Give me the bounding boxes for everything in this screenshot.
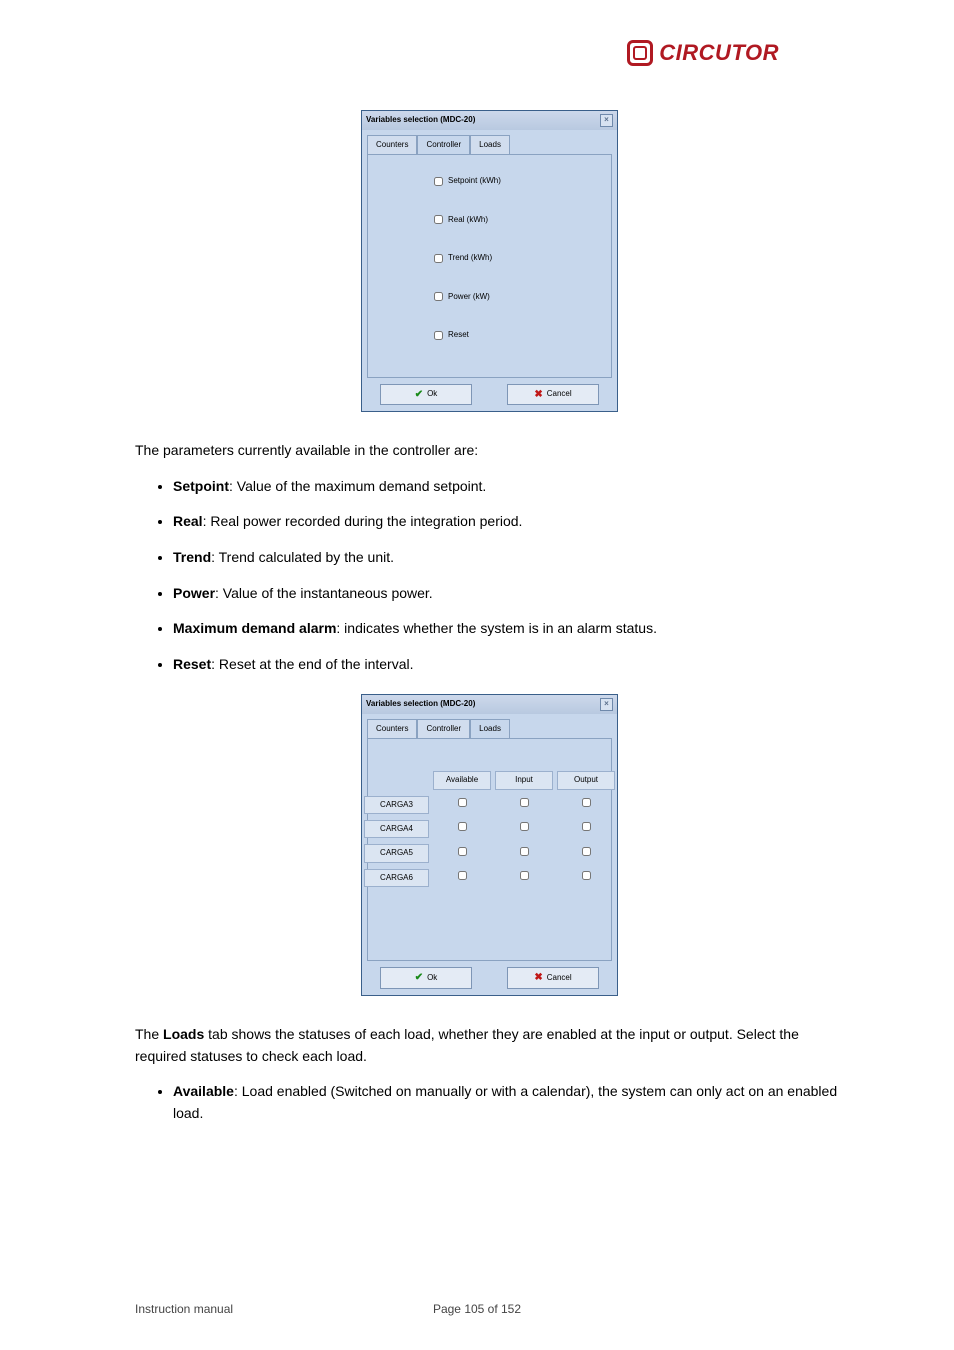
brand-logo: CIRCUTOR [627, 40, 779, 66]
column-header-output: Output [557, 771, 615, 789]
load-row-name: CARGA3 [364, 796, 429, 814]
checkbox-label: Real (kWh) [448, 214, 488, 226]
logo-icon [627, 40, 653, 66]
load-row-name: CARGA4 [364, 820, 429, 838]
load-row-name: CARGA6 [364, 869, 429, 887]
button-label: Cancel [547, 972, 572, 984]
dialog-title: Variables selection (MDC-20) [366, 698, 475, 710]
checkbox-input[interactable] [458, 798, 467, 807]
paragraph: The parameters currently available in th… [135, 440, 844, 462]
checkbox-input[interactable] [520, 871, 529, 880]
checkbox-label: Power (kW) [448, 291, 490, 303]
tab-counters[interactable]: Counters [367, 135, 417, 154]
bullet-list: Available: Load enabled (Switched on man… [135, 1081, 844, 1124]
bullet-list: Setpoint: Value of the maximum demand se… [135, 476, 844, 676]
column-header-available: Available [433, 771, 491, 789]
checkbox-input[interactable] [434, 254, 443, 263]
dialog-button-row: ✔ Ok ✖ Cancel [362, 961, 617, 995]
list-item: Setpoint: Value of the maximum demand se… [173, 476, 844, 498]
button-label: Ok [427, 972, 437, 984]
checkbox-input[interactable] [582, 798, 591, 807]
ok-button[interactable]: ✔ Ok [380, 384, 472, 406]
cancel-button[interactable]: ✖ Cancel [507, 384, 599, 406]
checkbox-label: Setpoint (kWh) [448, 175, 501, 187]
dialog-titlebar: Variables selection (MDC-20) × [362, 695, 617, 714]
page-number: Page 105 of 152 [0, 1302, 954, 1316]
checkbox-input[interactable] [434, 177, 443, 186]
dialog-body: Setpoint (kWh) Real (kWh) Trend (kWh) Po… [367, 154, 612, 377]
tab-controller[interactable]: Controller [417, 719, 470, 738]
variables-selection-dialog-loads: Variables selection (MDC-20) × Counters … [361, 694, 618, 996]
close-icon[interactable]: × [600, 698, 613, 711]
checkbox-label: Trend (kWh) [448, 252, 492, 264]
check-icon: ✔ [415, 970, 423, 986]
tab-label: Controller [426, 724, 461, 733]
tab-label: Loads [479, 140, 501, 149]
checkbox-input[interactable] [458, 822, 467, 831]
checkbox-reset[interactable]: Reset [434, 329, 611, 341]
dialog-body: Available Input Output CARGA3 CARGA4 [367, 738, 612, 961]
close-icon[interactable]: × [600, 114, 613, 127]
column-header-input: Input [495, 771, 553, 789]
checkbox-input[interactable] [520, 798, 529, 807]
check-icon: ✔ [415, 387, 423, 403]
load-row-name: CARGA5 [364, 844, 429, 862]
logo-text: CIRCUTOR [659, 40, 779, 66]
tab-label: Loads [479, 724, 501, 733]
checkbox-trend[interactable]: Trend (kWh) [434, 252, 611, 264]
dialog-button-row: ✔ Ok ✖ Cancel [362, 378, 617, 412]
cancel-button[interactable]: ✖ Cancel [507, 967, 599, 989]
ok-button[interactable]: ✔ Ok [380, 967, 472, 989]
dialog-titlebar: Variables selection (MDC-20) × [362, 111, 617, 130]
tab-loads[interactable]: Loads [470, 719, 510, 738]
checkbox-input[interactable] [582, 871, 591, 880]
tab-label: Counters [376, 724, 408, 733]
checkbox-label: Reset [448, 329, 469, 341]
button-label: Ok [427, 388, 437, 400]
tab-bar: Counters Controller Loads [362, 130, 617, 154]
checkbox-input[interactable] [434, 215, 443, 224]
checkbox-input[interactable] [458, 847, 467, 856]
dialog-title: Variables selection (MDC-20) [366, 114, 475, 126]
checkbox-input[interactable] [434, 292, 443, 301]
checkbox-input[interactable] [520, 847, 529, 856]
list-item: Available: Load enabled (Switched on man… [173, 1081, 844, 1124]
checkbox-power[interactable]: Power (kW) [434, 291, 611, 303]
tab-counters[interactable]: Counters [367, 719, 417, 738]
list-item: Power: Value of the instantaneous power. [173, 583, 844, 605]
checkbox-input[interactable] [458, 871, 467, 880]
cross-icon: ✖ [534, 970, 542, 986]
checkbox-input[interactable] [434, 331, 443, 340]
list-item: Real: Real power recorded during the int… [173, 511, 844, 533]
list-item: Maximum demand alarm: indicates whether … [173, 618, 844, 640]
checkbox-input[interactable] [582, 847, 591, 856]
checkbox-input[interactable] [582, 822, 591, 831]
variables-selection-dialog-controller: Variables selection (MDC-20) × Counters … [361, 110, 618, 412]
tab-controller[interactable]: Controller [417, 135, 470, 154]
tab-label: Controller [426, 140, 461, 149]
list-item: Trend: Trend calculated by the unit. [173, 547, 844, 569]
tab-loads[interactable]: Loads [470, 135, 510, 154]
checkbox-setpoint[interactable]: Setpoint (kWh) [434, 175, 611, 187]
tab-label: Counters [376, 140, 408, 149]
checkbox-input[interactable] [520, 822, 529, 831]
loads-grid: Available Input Output CARGA3 CARGA4 [378, 771, 601, 887]
tab-bar: Counters Controller Loads [362, 714, 617, 738]
checkbox-real[interactable]: Real (kWh) [434, 214, 611, 226]
list-item: Reset: Reset at the end of the interval. [173, 654, 844, 676]
paragraph: The Loads tab shows the statuses of each… [135, 1024, 844, 1067]
cross-icon: ✖ [534, 387, 542, 403]
button-label: Cancel [547, 388, 572, 400]
